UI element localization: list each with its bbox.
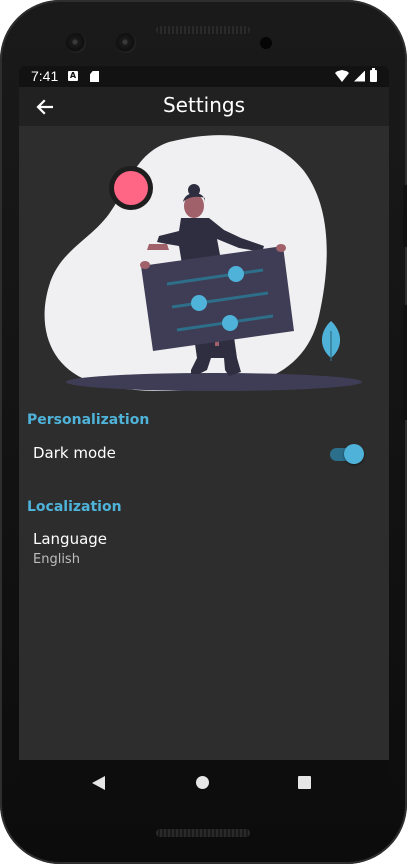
slider-knob <box>228 266 244 282</box>
language-label: Language <box>33 530 108 548</box>
slider-knob <box>222 315 238 331</box>
phone-frame: 7:41 A Settings Personalization Dark mod… <box>0 0 407 864</box>
switch-thumb <box>344 444 364 464</box>
status-time: 7:41 <box>31 68 59 84</box>
section-header-personalization: Personalization <box>27 412 150 428</box>
navigation-bar <box>19 760 389 806</box>
screen: 7:41 A Settings Personalization Dark mod… <box>19 66 389 806</box>
language-value: English <box>33 552 80 567</box>
status-bar: 7:41 A <box>19 66 389 87</box>
earpiece-speaker <box>156 26 250 34</box>
sd-card-icon <box>90 71 99 82</box>
dark-mode-label: Dark mode <box>33 444 116 462</box>
dark-mode-switch[interactable] <box>328 442 364 466</box>
app-bar: Settings <box>19 87 389 126</box>
ground-shadow <box>66 373 362 391</box>
back-triangle-icon[interactable] <box>92 776 105 790</box>
home-circle-icon[interactable] <box>196 776 209 789</box>
section-header-localization: Localization <box>27 499 122 515</box>
language-row[interactable] <box>19 520 389 576</box>
a-notification-icon: A <box>68 71 78 81</box>
wifi-icon <box>335 70 349 82</box>
signal-icon <box>354 70 365 82</box>
power-button <box>403 305 407 420</box>
page-title: Settings <box>162 93 246 117</box>
volume-button <box>403 185 407 247</box>
proximity-sensor <box>260 37 272 49</box>
front-camera-icon <box>66 33 86 53</box>
front-camera-icon <box>116 33 136 53</box>
battery-icon <box>370 68 377 82</box>
bottom-speaker <box>156 829 250 837</box>
recents-square-icon[interactable] <box>298 776 311 789</box>
settings-illustration <box>44 135 362 392</box>
status-icons <box>335 68 377 82</box>
slider-knob <box>191 295 207 311</box>
